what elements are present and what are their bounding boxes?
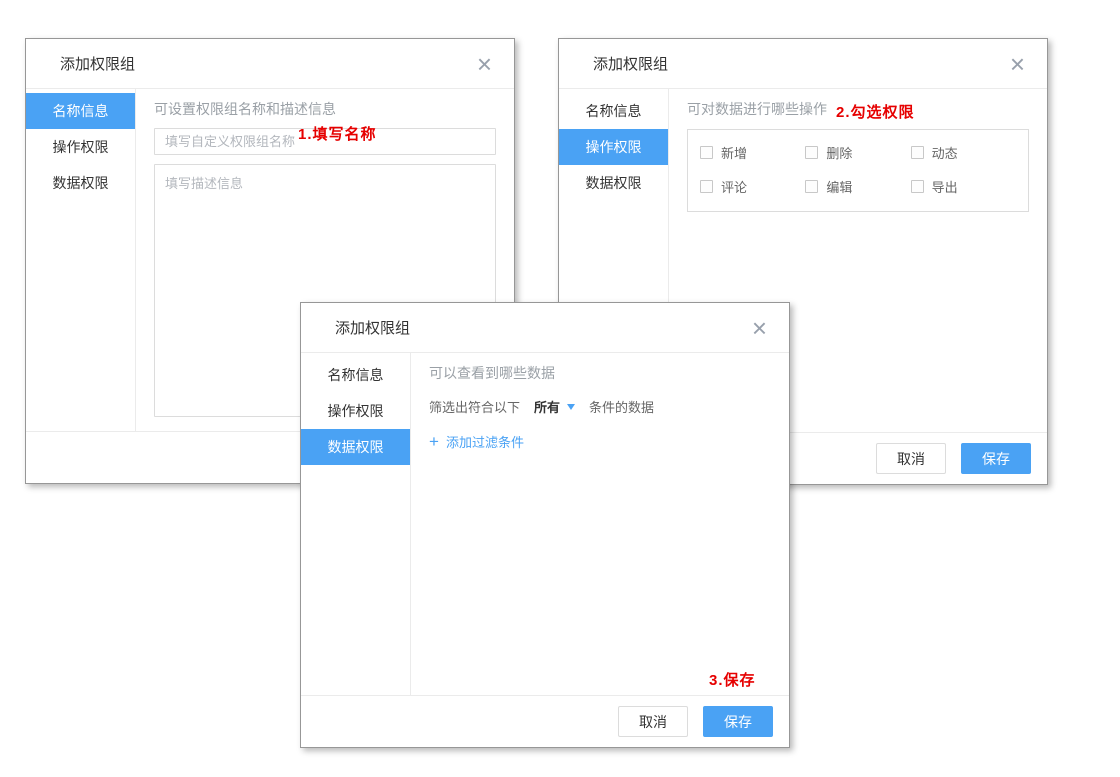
checkbox-item-export[interactable]: 导出	[911, 177, 1016, 196]
close-icon[interactable]: ×	[477, 54, 492, 74]
panel-hint: 可设置权限组名称和描述信息	[154, 99, 496, 119]
save-button[interactable]: 保存	[703, 706, 773, 737]
dialog-title: 添加权限组	[60, 53, 135, 74]
dialog-data-permission: 添加权限组 × 名称信息 操作权限 数据权限 可以查看到哪些数据 筛选出符合以下…	[300, 302, 790, 748]
checkbox-item-add[interactable]: 新增	[700, 143, 805, 162]
close-icon[interactable]: ×	[1010, 54, 1025, 74]
dialog-title: 添加权限组	[593, 53, 668, 74]
filter-prefix-label: 筛选出符合以下	[429, 397, 520, 416]
filter-suffix-label: 条件的数据	[589, 397, 654, 416]
checkbox-item-activity[interactable]: 动态	[911, 143, 1016, 162]
save-button[interactable]: 保存	[961, 443, 1031, 474]
cancel-button[interactable]: 取消	[876, 443, 946, 474]
tab-operation-permission[interactable]: 操作权限	[559, 129, 668, 165]
tab-data-permission[interactable]: 数据权限	[559, 165, 668, 201]
filter-match-select[interactable]: 所有	[534, 397, 575, 416]
checkbox-label: 动态	[932, 143, 958, 162]
panel-hint: 可对数据进行哪些操作	[687, 99, 1029, 119]
filter-condition-row: 筛选出符合以下 所有 条件的数据	[429, 397, 771, 416]
dialog-footer: 取消 保存	[301, 695, 789, 747]
checkbox-label: 编辑	[826, 177, 852, 196]
permission-checkbox-group: 新增 删除 动态 评论	[687, 129, 1029, 212]
checkbox-item-comment[interactable]: 评论	[700, 177, 805, 196]
checkbox-label: 新增	[721, 143, 747, 162]
checkbox-icon[interactable]	[911, 180, 924, 193]
page-canvas: 添加权限组 × 名称信息 操作权限 数据权限 可设置权限组名称和描述信息 1.填…	[0, 0, 1120, 777]
checkbox-icon[interactable]	[700, 180, 713, 193]
dialog-body: 名称信息 操作权限 数据权限 可以查看到哪些数据 筛选出符合以下 所有 条件的数…	[301, 353, 789, 695]
cancel-button[interactable]: 取消	[618, 706, 688, 737]
dialog-header: 添加权限组 ×	[301, 303, 789, 353]
filter-select-value: 所有	[534, 397, 560, 416]
checkbox-label: 删除	[826, 143, 852, 162]
chevron-down-icon	[567, 404, 575, 410]
tab-operation-permission[interactable]: 操作权限	[301, 393, 410, 429]
tab-name-info[interactable]: 名称信息	[26, 93, 135, 129]
checkbox-item-edit[interactable]: 编辑	[805, 177, 910, 196]
close-icon[interactable]: ×	[752, 318, 767, 338]
checkbox-label: 导出	[932, 177, 958, 196]
tab-panel-data: 可以查看到哪些数据 筛选出符合以下 所有 条件的数据 + 添加过滤条件	[411, 353, 789, 695]
checkbox-item-delete[interactable]: 删除	[805, 143, 910, 162]
checkbox-icon[interactable]	[700, 146, 713, 159]
tab-list: 名称信息 操作权限 数据权限	[301, 353, 411, 695]
checkbox-icon[interactable]	[911, 146, 924, 159]
checkbox-icon[interactable]	[805, 146, 818, 159]
tab-name-info[interactable]: 名称信息	[559, 93, 668, 129]
dialog-title: 添加权限组	[335, 317, 410, 338]
dialog-header: 添加权限组 ×	[559, 39, 1047, 89]
plus-icon: +	[429, 435, 439, 449]
dialog-header: 添加权限组 ×	[26, 39, 514, 89]
checkbox-label: 评论	[721, 177, 747, 196]
checkbox-icon[interactable]	[805, 180, 818, 193]
tab-data-permission[interactable]: 数据权限	[26, 165, 135, 201]
tab-operation-permission[interactable]: 操作权限	[26, 129, 135, 165]
panel-hint: 可以查看到哪些数据	[429, 363, 771, 383]
tab-name-info[interactable]: 名称信息	[301, 357, 410, 393]
group-name-input[interactable]	[154, 128, 496, 155]
add-filter-link[interactable]: + 添加过滤条件	[429, 432, 771, 451]
tab-data-permission[interactable]: 数据权限	[301, 429, 410, 465]
add-filter-label: 添加过滤条件	[446, 432, 524, 451]
tab-list: 名称信息 操作权限 数据权限	[26, 89, 136, 431]
